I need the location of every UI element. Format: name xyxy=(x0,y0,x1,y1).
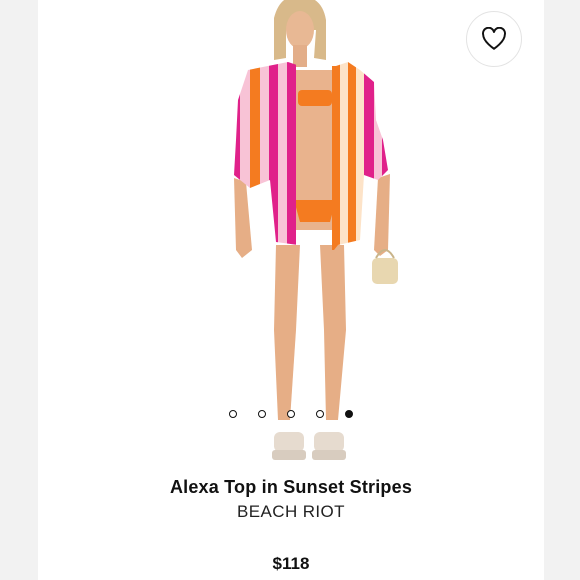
product-brand[interactable]: BEACH RIOT xyxy=(38,502,544,522)
gallery-dot-4[interactable] xyxy=(316,410,324,418)
gallery-dot-5[interactable] xyxy=(345,410,353,418)
product-price: $118 xyxy=(272,554,310,573)
gallery-dot-1[interactable] xyxy=(229,410,237,418)
gallery-dot-3[interactable] xyxy=(287,410,295,418)
product-card: Alexa Top in Sunset Stripes BEACH RIOT $… xyxy=(38,0,544,580)
gallery-dot-2[interactable] xyxy=(258,410,266,418)
model-illustration xyxy=(234,0,398,460)
product-image[interactable] xyxy=(38,0,544,465)
product-title: Alexa Top in Sunset Stripes xyxy=(169,477,413,497)
heart-icon xyxy=(482,27,506,50)
wishlist-button[interactable] xyxy=(466,11,522,67)
gallery-pagination xyxy=(38,406,544,422)
